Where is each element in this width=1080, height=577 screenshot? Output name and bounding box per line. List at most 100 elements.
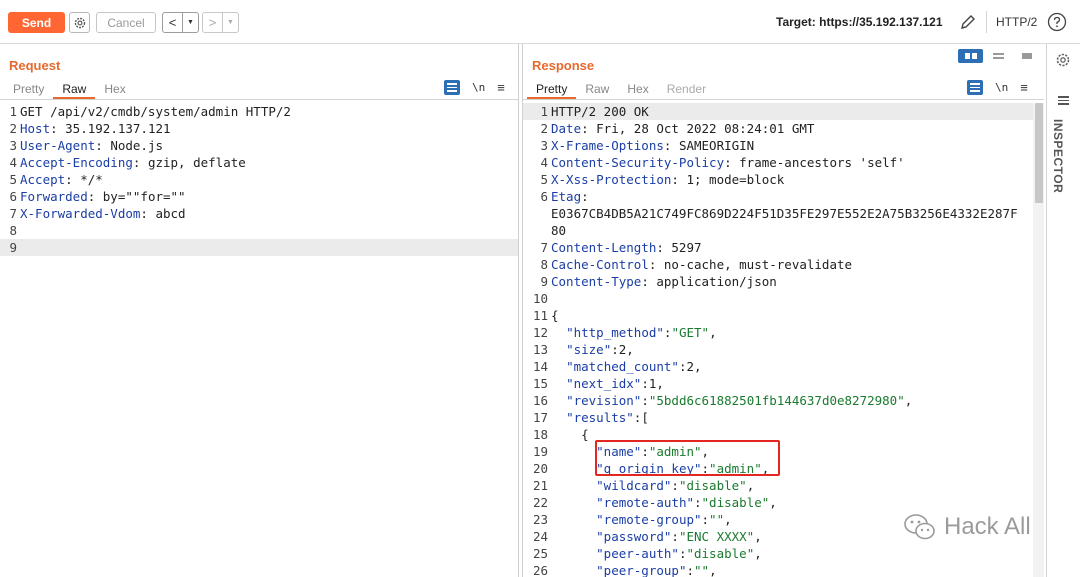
forward-arrow-icon[interactable]: > [203,13,223,32]
tab-render[interactable]: Render [658,80,715,99]
code-text: , [754,529,762,544]
code-text: GET /api/v2/cmdb/system/admin HTTP/2 [20,104,291,119]
code-line[interactable]: 6 Etag: [523,188,1044,205]
code-key: Content-Security-Policy [551,155,725,170]
code-line[interactable]: 6 Forwarded: by=""for="" [0,188,518,205]
code-key: Accept-Encoding [20,155,133,170]
back-nav-group[interactable]: < ▼ [162,12,199,33]
code-line[interactable]: 14 "matched_count":2, [523,358,1044,375]
code-text: : [694,495,702,510]
inspector-tab[interactable]: INSPECTOR [1051,119,1065,193]
code-text: : [686,563,694,577]
code-line[interactable]: 26 "peer-group": "", [523,562,1044,577]
code-text: : by=""for="" [87,189,186,204]
code-line[interactable]: 11{ [523,307,1044,324]
newline-icon[interactable]: \n [995,81,1008,94]
menu-icon[interactable]: ≡ [497,80,505,95]
wrap-icon[interactable] [444,80,460,95]
code-line[interactable]: 7 Content-Length: 5297 [523,239,1044,256]
tab-raw[interactable]: Raw [576,80,618,99]
menu-icon[interactable]: ≡ [1020,80,1028,95]
code-key: X-Xss-Protection [551,172,672,187]
code-line[interactable]: 1 GET /api/v2/cmdb/system/admin HTTP/2 [0,103,518,120]
code-line[interactable]: 7 X-Forwarded-Vdom: abcd [0,205,518,222]
code-line[interactable]: 10 [523,290,1044,307]
response-editor[interactable]: 1 HTTP/2 200 OK 2 Date: Fri, 28 Oct 2022 08… [523,103,1044,577]
code-text: { [551,308,559,323]
tab-hex[interactable]: Hex [95,80,134,99]
code-line[interactable]: 8 Cache-Control: no-cache, must-revalidat… [523,256,1044,273]
wrap-icon[interactable] [967,80,983,95]
code-text: , [904,393,913,408]
code-text: :2, [611,342,634,357]
forward-nav-group[interactable]: > ▼ [202,12,239,33]
line-number: 1 [540,104,548,119]
dropdown-icon[interactable]: ▼ [183,13,198,32]
line-number: 10 [532,291,548,306]
code-line[interactable]: 5 X-Xss-Protection: 1; mode=block [523,171,1044,188]
code-line[interactable]: 21 "wildcard": "disable", [523,477,1044,494]
tab-raw[interactable]: Raw [53,80,96,99]
help-icon[interactable] [1047,12,1067,32]
code-line[interactable]: 5 Accept: */* [0,171,518,188]
dropdown-icon[interactable]: ▼ [223,13,238,32]
line-number: 25 [532,546,548,561]
code-line[interactable]: 12 "http_method": "GET", [523,324,1044,341]
pencil-icon[interactable] [958,12,978,32]
code-line[interactable]: 8 [0,222,518,239]
code-line[interactable]: 2 Date: Fri, 28 Oct 2022 08:24:01 GMT [523,120,1044,137]
code-line[interactable]: 13 "size":2, [523,341,1044,358]
code-text: : frame-ancestors 'self' [724,155,905,170]
tab-hex[interactable]: Hex [618,80,657,99]
line-number: 4 [540,155,548,170]
gear-icon[interactable] [1055,52,1071,68]
line-number: 19 [532,444,548,459]
line-number: 2 [540,121,548,136]
layout-single-icon[interactable] [1014,49,1039,63]
code-line[interactable]: 3 X-Frame-Options: SAMEORIGIN [523,137,1044,154]
tab-pretty[interactable]: Pretty [4,80,53,99]
line-number: 23 [532,512,548,527]
http-version-toggle[interactable]: HTTP/2 [996,15,1037,29]
code-line[interactable]: 17 "results":[ [523,409,1044,426]
inspector-lines-icon[interactable] [1058,96,1069,107]
code-line[interactable]: 9 [0,239,518,256]
annotation-highlight-box [595,440,780,476]
newline-icon[interactable]: \n [472,81,485,94]
code-line[interactable]: 3 User-Agent: Node.js [0,137,518,154]
code-line[interactable]: 80 [523,222,1044,239]
response-scrollbar-thumb[interactable] [1035,103,1043,203]
layout-stacked-icon[interactable] [986,49,1011,63]
tab-divider [523,99,1044,100]
tab-pretty[interactable]: Pretty [527,80,577,99]
code-line[interactable]: 4 Content-Security-Policy: frame-ancestor… [523,154,1044,171]
code-line[interactable]: 15 "next_idx":1, [523,375,1044,392]
line-number: 3 [540,138,548,153]
code-line[interactable]: 22 "remote-auth": "disable", [523,494,1044,511]
code-key: Cache-Control [551,257,649,272]
back-arrow-icon[interactable]: < [163,13,183,32]
code-line[interactable]: E0367CB4DB5A21C749FC869D224F51D35FE297E5… [523,205,1044,222]
code-line[interactable]: 2 Host: 35.192.137.121 [0,120,518,137]
response-panel: Response Pretty Raw Hex Render \n ≡ 1 HTT… [522,44,1044,577]
code-string: "GET" [671,325,710,340]
request-editor[interactable]: 1 GET /api/v2/cmdb/system/admin HTTP/2 2 Ho… [0,103,518,256]
code-line[interactable]: 25 "peer-auth": "disable", [523,545,1044,562]
response-title: Response [532,58,595,73]
layout-split-icon[interactable] [958,49,983,63]
send-button[interactable]: Send [8,12,65,33]
code-text: : 35.192.137.121 [50,121,171,136]
code-key: "peer-group" [596,563,687,577]
code-line[interactable]: 4 Accept-Encoding: gzip, deflate [0,154,518,171]
code-line[interactable]: 16 "revision": "5bdd6c61882501fb144637d0e… [523,392,1044,409]
settings-button[interactable] [69,12,90,33]
code-text: , [724,512,732,527]
code-text: , [754,546,762,561]
cancel-button[interactable]: Cancel [96,12,156,33]
code-line[interactable]: 9 Content-Type: application/json [523,273,1044,290]
code-line[interactable]: 1 HTTP/2 200 OK [523,103,1044,120]
